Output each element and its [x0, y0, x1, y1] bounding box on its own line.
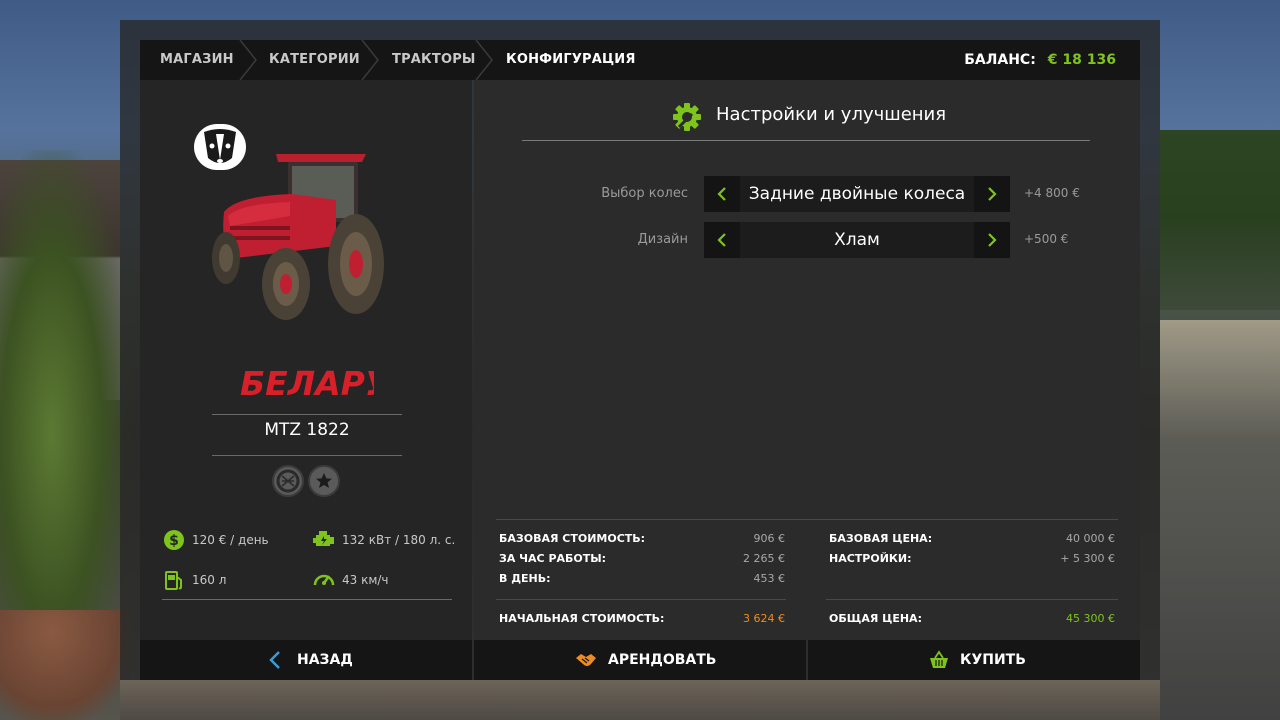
divider	[212, 455, 402, 456]
lease-initial-cost-label: НАЧАЛЬНАЯ СТОИМОСТЬ:	[499, 612, 665, 625]
wheels-option-value: Задние двойные колеса	[748, 184, 966, 204]
config-section-title: Настройки и улучшения	[716, 104, 947, 125]
basket-icon	[930, 650, 948, 668]
wheels-option-label: Выбор колес	[601, 186, 688, 201]
background-flower-pot	[0, 610, 130, 720]
design-option-price: +500 €	[1024, 232, 1069, 246]
wheels-next-button[interactable]	[974, 176, 1010, 212]
balance-display: БАЛАНС: € 18 136	[964, 40, 1116, 80]
engine-icon	[313, 531, 334, 546]
divider	[522, 140, 1090, 141]
lease-per-day-row: В ДЕНЬ: 453 €	[499, 571, 785, 587]
design-option-label: Дизайн	[637, 232, 688, 247]
spec-power: 132 кВт / 180 л. с.	[312, 528, 462, 552]
divider	[496, 599, 786, 600]
wheels-prev-button[interactable]	[704, 176, 740, 212]
dollar-gear-icon: $	[164, 530, 184, 550]
chevron-left-icon	[717, 187, 726, 201]
vehicle-info-panel: БЕЛАРУС MTZ 1822 $ 120 € / день	[140, 80, 472, 640]
tire-icon	[272, 465, 304, 497]
tractor-image	[212, 154, 384, 320]
spec-fuel-value: 160 л	[192, 573, 227, 587]
divider	[162, 599, 452, 600]
vehicle-model-name: MTZ 1822	[264, 420, 350, 440]
handshake-icon	[576, 654, 596, 666]
speedometer-icon	[313, 574, 335, 586]
divider	[826, 599, 1118, 600]
svg-text:БЕЛАРУС: БЕЛАРУС	[240, 364, 374, 403]
lease-initial-cost-value: 3 624 €	[743, 612, 785, 625]
lease-per-hour-label: ЗА ЧАС РАБОТЫ:	[499, 552, 607, 565]
breadcrumb: МАГАЗИН КАТЕГОРИИ ТРАКТОРЫ КОНФИГУРАЦИЯ …	[140, 40, 1140, 80]
design-option-value: Хлам	[834, 230, 880, 250]
star-icon	[308, 465, 340, 497]
chevron-right-icon	[239, 40, 257, 80]
spec-maintenance: $ 120 € / день	[162, 528, 302, 552]
lease-base-cost-label: БАЗОВАЯ СТОИМОСТЬ:	[499, 532, 646, 545]
lease-button-label: АРЕНДОВАТЬ	[608, 652, 717, 668]
purchase-base-price-row: БАЗОВАЯ ЦЕНА: 40 000 €	[829, 531, 1115, 547]
purchase-total-label: ОБЩАЯ ЦЕНА:	[829, 612, 922, 625]
divider	[496, 519, 1118, 520]
purchase-base-price-label: БАЗОВАЯ ЦЕНА:	[829, 532, 933, 545]
lease-button[interactable]: АРЕНДОВАТЬ	[474, 640, 806, 680]
breadcrumb-categories[interactable]: КАТЕГОРИИ	[269, 40, 360, 80]
fuel-pump-icon	[165, 571, 182, 590]
background-trees-right	[1160, 130, 1280, 310]
chevron-right-icon	[361, 40, 379, 80]
wheels-option-price: +4 800 €	[1024, 186, 1080, 200]
spec-speed-value: 43 км/ч	[342, 573, 389, 587]
wrench-gear-icon	[673, 103, 701, 131]
buy-button[interactable]: КУПИТЬ	[808, 640, 1140, 680]
spec-maintenance-value: 120 € / день	[192, 533, 269, 547]
back-button-label: НАЗАД	[297, 652, 353, 668]
background-ground-bottom	[120, 680, 1160, 720]
back-button[interactable]: НАЗАД	[140, 640, 472, 680]
purchase-settings-row: НАСТРОЙКИ: + 5 300 €	[829, 551, 1115, 567]
chevron-left-icon	[269, 651, 280, 669]
chevron-right-icon	[988, 233, 997, 247]
breadcrumb-configuration: КОНФИГУРАЦИЯ	[506, 52, 636, 67]
balance-label: БАЛАНС:	[964, 52, 1036, 68]
spec-power-value: 132 кВт / 180 л. с.	[342, 533, 456, 547]
lease-per-day-label: В ДЕНЬ:	[499, 572, 551, 585]
divider	[212, 414, 402, 415]
belarus-brand-logo: БЕЛАРУС	[240, 364, 374, 403]
design-prev-button[interactable]	[704, 222, 740, 258]
shop-config-screen: МАГАЗИН КАТЕГОРИИ ТРАКТОРЫ КОНФИГУРАЦИЯ …	[140, 40, 1140, 680]
lease-per-day-value: 453 €	[753, 572, 786, 585]
configuration-panel: Настройки и улучшения Выбор колес Задние…	[474, 80, 1140, 640]
svg-text:$: $	[169, 533, 179, 549]
spec-fuel: 160 л	[162, 568, 302, 592]
buy-button-label: КУПИТЬ	[960, 652, 1026, 668]
purchase-settings-value: + 5 300 €	[1060, 552, 1115, 565]
breadcrumb-shop[interactable]: МАГАЗИН	[160, 40, 234, 80]
lease-per-hour-value: 2 265 €	[743, 552, 785, 565]
action-bar: НАЗАД АРЕНДОВАТЬ КУПИТЬ	[140, 640, 1140, 680]
design-option-selector: Хлам	[704, 222, 1010, 258]
purchase-total-row: ОБЩАЯ ЦЕНА: 45 300 €	[829, 611, 1115, 627]
chevron-right-icon	[475, 40, 493, 80]
purchase-total-value: 45 300 €	[1066, 612, 1115, 625]
spec-speed: 43 км/ч	[312, 568, 452, 592]
lease-base-cost-row: БАЗОВАЯ СТОИМОСТЬ: 906 €	[499, 531, 785, 547]
design-next-button[interactable]	[974, 222, 1010, 258]
lease-per-hour-row: ЗА ЧАС РАБОТЫ: 2 265 €	[499, 551, 785, 567]
wheels-option-selector: Задние двойные колеса	[704, 176, 1010, 212]
breadcrumb-tractors[interactable]: ТРАКТОРЫ	[392, 40, 476, 80]
chevron-right-icon	[988, 187, 997, 201]
balance-value: € 18 136	[1047, 52, 1116, 68]
lease-initial-cost-row: НАЧАЛЬНАЯ СТОИМОСТЬ: 3 624 €	[499, 611, 785, 627]
background-ground-right	[1160, 320, 1280, 720]
purchase-base-price-value: 40 000 €	[1066, 532, 1115, 545]
lease-base-cost-value: 906 €	[753, 532, 786, 545]
chevron-left-icon	[717, 233, 726, 247]
purchase-settings-label: НАСТРОЙКИ:	[829, 552, 912, 565]
